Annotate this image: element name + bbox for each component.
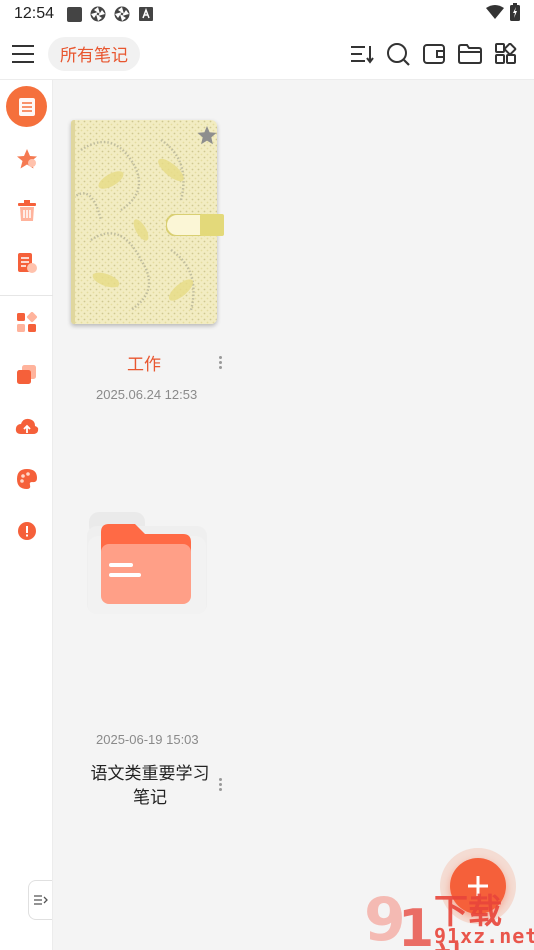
- status-bar: 12:54: [0, 0, 534, 28]
- sidebar-item-cloud-backup[interactable]: [6, 406, 47, 447]
- notebook-clip: [165, 213, 224, 237]
- star-favorites-icon: [16, 148, 37, 168]
- watermark: 9 1 下载站 91xz.net: [362, 882, 534, 950]
- sidebar-item-layers[interactable]: [6, 354, 47, 395]
- sidebar-item-favorites[interactable]: [6, 138, 47, 179]
- wallet-icon: [423, 43, 445, 64]
- menu-button[interactable]: [0, 28, 46, 80]
- expand-sidebar-icon: [33, 895, 48, 905]
- search-icon: [387, 42, 410, 66]
- sidebar-item-widgets[interactable]: [6, 302, 47, 343]
- apps-button[interactable]: [488, 36, 524, 72]
- folder-more-button[interactable]: [213, 774, 227, 794]
- svg-text:1: 1: [398, 899, 432, 950]
- hamburger-menu-icon: [12, 44, 34, 63]
- widgets-icon: [16, 311, 37, 332]
- sidebar-item-documents[interactable]: [6, 242, 47, 283]
- battery-charging-icon: [510, 3, 520, 25]
- page-title[interactable]: 所有笔记: [48, 36, 140, 71]
- folder-title[interactable]: 语文类重要学习笔记: [84, 762, 216, 810]
- sidebar-item-trash[interactable]: [6, 190, 47, 231]
- sidebar-item-all-notes[interactable]: [6, 86, 47, 127]
- info-icon: [17, 521, 36, 540]
- a-badge-icon: [138, 6, 154, 22]
- expand-sidebar-button[interactable]: [28, 880, 52, 920]
- folder-thumbnail[interactable]: [87, 512, 209, 616]
- sort-button[interactable]: [344, 36, 380, 72]
- trash-icon: [17, 199, 36, 221]
- note-date: 2025.06.24 12:53: [96, 387, 198, 402]
- grid-apps-icon: [495, 42, 517, 64]
- status-time: 12:54: [14, 5, 55, 22]
- star-icon[interactable]: [197, 126, 217, 149]
- note-title[interactable]: 工作: [94, 350, 194, 375]
- app-bar: 所有笔记: [0, 28, 534, 80]
- note-card-folder[interactable]: 语文类重要学习笔记 2025-06-19 15:03: [54, 500, 224, 808]
- 91-logo: 9 1: [364, 885, 432, 950]
- cloud-upload-icon: [15, 418, 38, 434]
- folder-icon: [458, 43, 482, 64]
- wifi-icon: [486, 5, 504, 23]
- document-icon: [17, 252, 37, 273]
- folder-button[interactable]: [452, 36, 488, 72]
- toolbar: [344, 36, 524, 72]
- note-more-button[interactable]: [213, 352, 227, 372]
- sidebar-divider: [0, 295, 53, 296]
- note-card-notebook[interactable]: 工作 2025.06.24 12:53: [54, 80, 224, 410]
- sort-icon: [351, 45, 374, 64]
- sidebar-item-about[interactable]: [6, 510, 47, 551]
- aperture-icon: [114, 6, 130, 22]
- palette-icon: [16, 468, 37, 489]
- aperture-icon: [90, 6, 106, 22]
- sidebar-item-theme[interactable]: [6, 458, 47, 499]
- search-button[interactable]: [380, 36, 416, 72]
- layers-icon: [16, 364, 36, 384]
- folder-date: 2025-06-19 15:03: [96, 732, 199, 747]
- notes-grid: 工作 2025.06.24 12:53 语文类重要学习笔记 2025-06-19…: [54, 80, 534, 950]
- wallet-button[interactable]: [416, 36, 452, 72]
- notes-list-icon: [18, 97, 35, 116]
- square-app-icon: [66, 6, 82, 22]
- sidebar: [0, 80, 53, 950]
- watermark-domain: 91xz.net: [434, 924, 534, 948]
